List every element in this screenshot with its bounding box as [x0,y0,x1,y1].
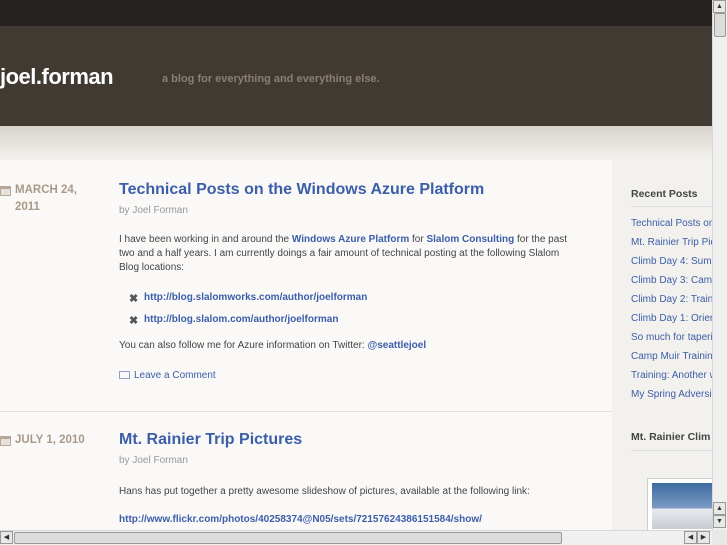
scrollbar-corner [712,530,727,545]
scroll-left-icon[interactable]: ◀ [0,531,13,544]
post: MARCH 24, 2011 Technical Posts on the Wi… [0,160,612,412]
scroll-left-icon[interactable]: ◀ [684,531,697,544]
photo-image [652,483,712,529]
post-title[interactable]: Mt. Rainier Trip Pictures [119,431,302,449]
leave-comment-link[interactable]: Leave a Comment [119,370,216,381]
scroll-up-icon[interactable]: ▲ [713,502,726,515]
main-content: MARCH 24, 2011 Technical Posts on the Wi… [0,160,612,530]
recent-post-link[interactable]: My Spring Adversi [631,389,712,400]
bullet-x-icon: ✖ [129,315,139,327]
recent-post-link[interactable]: Climb Day 1: Orier [631,313,712,324]
slalomworks-link[interactable]: http://blog.slalomworks.com/author/joelf… [144,292,367,303]
post: JULY 1, 2010 Mt. Rainier Trip Pictures b… [0,412,612,530]
recent-post-link[interactable]: Climb Day 3: Camp [631,275,712,286]
scroll-right-icon[interactable]: ▶ [697,531,710,544]
recent-post-link[interactable]: Technical Posts on [631,218,712,229]
calendar-icon [0,186,11,196]
rainier-photo-thumbnail[interactable] [647,478,712,530]
recent-post-link[interactable]: So much for taperi [631,332,712,343]
recent-post-link[interactable]: Mt. Rainier Trip Pic [631,237,712,248]
scroll-down-icon[interactable]: ▼ [713,515,726,528]
vertical-scroll-thumb[interactable] [714,13,726,37]
comment-icon [119,371,130,379]
flickr-slideshow-link[interactable]: http://www.flickr.com/photos/40258374@N0… [119,513,579,527]
post-byline: by Joel Forman [119,455,188,466]
twitter-handle-link[interactable]: @seattlejoel [367,340,426,351]
post-intro: I have been working in and around the Wi… [119,234,568,273]
site-title[interactable]: joel.forman [0,64,114,90]
scroll-up-icon[interactable]: ▲ [713,0,726,13]
recent-posts-heading: Recent Posts [631,188,698,200]
sidebar: Recent Posts Technical Posts on Mt. Rain… [630,160,712,530]
post-follow: You can also follow me for Azure informa… [119,340,427,351]
divider [631,206,712,207]
vertical-scrollbar[interactable]: ▲ ▲ ▼ [712,0,727,530]
slalom-blog-link[interactable]: http://blog.slalom.com/author/joelforman [144,314,338,325]
windows-azure-link[interactable]: Windows Azure Platform [292,234,409,245]
post-body: Hans has put together a pretty awesome s… [119,486,530,497]
recent-post-link[interactable]: Training: Another w [631,370,712,381]
divider [631,450,712,451]
horizontal-scroll-thumb[interactable] [14,532,562,544]
horizontal-scrollbar[interactable]: ◀ ◀ ▶ [0,530,712,545]
post-title[interactable]: Technical Posts on the Windows Azure Pla… [119,181,484,199]
photos-heading: Mt. Rainier Clim [631,431,711,443]
recent-post-link[interactable]: Climb Day 2: Train [631,294,712,305]
header-shadow [0,126,712,160]
site-tagline: a blog for everything and everything els… [162,73,380,85]
recent-post-link[interactable]: Camp Muir Training [631,351,712,362]
post-byline: by Joel Forman [119,205,188,216]
calendar-icon [0,436,11,446]
slalom-consulting-link[interactable]: Slalom Consulting [426,234,514,245]
bullet-x-icon: ✖ [129,293,139,305]
recent-post-link[interactable]: Climb Day 4: Sumr [631,256,712,267]
top-bar [0,0,712,26]
site-header: joel.forman a blog for everything and ev… [0,26,712,126]
